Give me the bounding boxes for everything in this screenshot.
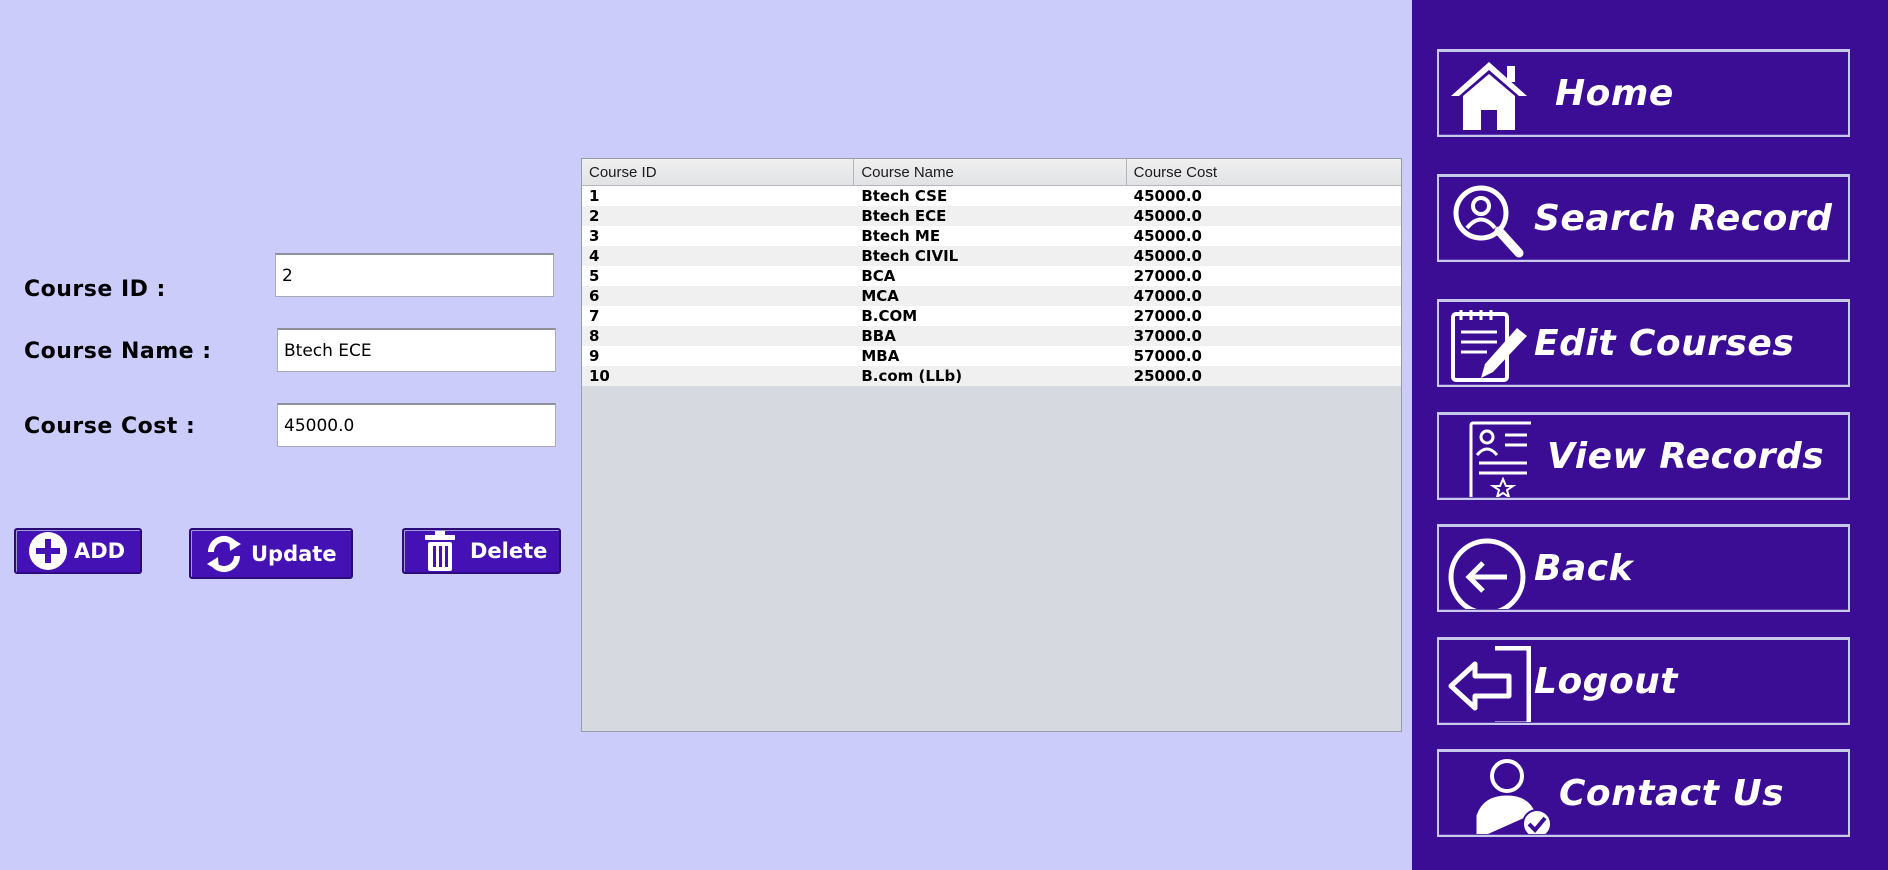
table-row[interactable]: 2 Btech ECE 45000.0 xyxy=(582,206,1401,226)
course-id-label: Course ID : xyxy=(24,277,166,302)
column-header-course-name[interactable]: Course Name xyxy=(854,159,1127,185)
cell-course-name: B.com (LLb) xyxy=(861,367,963,385)
cell-course-name: BBA xyxy=(861,327,896,345)
cell-course-name: Btech CSE xyxy=(861,187,948,205)
courses-table[interactable]: Course ID Course Name Course Cost 1 Btech… xyxy=(581,158,1402,732)
sidebar-item-logout[interactable]: Logout xyxy=(1437,637,1850,725)
cell-course-name: Btech CIVIL xyxy=(861,247,959,265)
table-row[interactable]: 8 BBA 37000.0 xyxy=(582,326,1401,346)
cell-course-cost: 57000.0 xyxy=(1133,347,1202,365)
cell-course-cost: 27000.0 xyxy=(1133,267,1202,285)
cell-course-cost: 37000.0 xyxy=(1133,327,1202,345)
sidebar-item-label: Contact Us xyxy=(1559,773,1785,814)
sidebar-item-view-records[interactable]: View Records xyxy=(1437,412,1850,500)
delete-button[interactable]: Delete xyxy=(402,528,561,574)
sidebar-item-label: Home xyxy=(1555,73,1674,114)
sidebar-item-contact-us[interactable]: Contact Us xyxy=(1437,749,1850,837)
table-row[interactable]: 4 Btech CIVIL 45000.0 xyxy=(582,246,1401,266)
cell-course-id: 6 xyxy=(589,287,600,305)
sidebar-item-label: View Records xyxy=(1547,436,1825,477)
table-row[interactable]: 5 BCA 27000.0 xyxy=(582,266,1401,286)
sidebar-item-label: Logout xyxy=(1534,661,1679,702)
course-name-label: Course Name : xyxy=(24,339,212,364)
table-row[interactable]: 9 MBA 57000.0 xyxy=(582,346,1401,366)
cell-course-cost: 47000.0 xyxy=(1133,287,1202,305)
update-button[interactable]: Update xyxy=(189,528,353,579)
cell-course-id: 8 xyxy=(589,327,600,345)
table-header: Course ID Course Name Course Cost xyxy=(582,159,1401,186)
table-row[interactable]: 3 Btech ME 45000.0 xyxy=(582,226,1401,246)
cell-course-name: MCA xyxy=(861,287,899,305)
table-row[interactable]: 7 B.COM 27000.0 xyxy=(582,306,1401,326)
cell-course-id: 9 xyxy=(589,347,600,365)
course-cost-label: Course Cost : xyxy=(24,414,196,439)
cell-course-name: Btech ME xyxy=(861,227,941,245)
certificate-icon xyxy=(1469,421,1531,497)
sidebar: Home Search Record Edit Courses View Rec… xyxy=(1412,0,1888,870)
cell-course-name: BCA xyxy=(861,267,896,285)
cell-course-name: MBA xyxy=(861,347,900,365)
course-cost-field[interactable] xyxy=(277,403,556,447)
cell-course-id: 2 xyxy=(589,207,600,225)
cell-course-cost: 27000.0 xyxy=(1133,307,1202,325)
search-user-icon xyxy=(1453,185,1524,258)
cell-course-name: B.COM xyxy=(861,307,918,325)
plus-circle-icon xyxy=(29,532,67,570)
sidebar-item-label: Back xyxy=(1534,548,1634,589)
table-body: 1 Btech CSE 45000.0 2 Btech ECE 45000.0 3 Bte… xyxy=(582,186,1401,386)
cell-course-id: 1 xyxy=(589,187,600,205)
column-header-course-id[interactable]: Course ID xyxy=(582,159,855,185)
home-icon xyxy=(1451,62,1527,130)
cell-course-cost: 45000.0 xyxy=(1133,207,1202,225)
column-header-course-cost[interactable]: Course Cost xyxy=(1127,159,1401,185)
cell-course-cost: 45000.0 xyxy=(1133,227,1202,245)
table-row[interactable]: 1 Btech CSE 45000.0 xyxy=(582,186,1401,206)
add-button[interactable]: ADD xyxy=(14,528,142,574)
sidebar-item-home[interactable]: Home xyxy=(1437,49,1850,137)
cell-course-id: 3 xyxy=(589,227,600,245)
cell-course-id: 5 xyxy=(589,267,600,285)
trash-icon xyxy=(425,531,455,571)
add-button-label: ADD xyxy=(74,539,126,563)
delete-button-label: Delete xyxy=(470,539,548,563)
cell-course-id: 10 xyxy=(589,367,610,385)
sidebar-item-back[interactable]: Back xyxy=(1437,524,1850,612)
refresh-icon xyxy=(207,535,241,572)
edit-notepad-icon xyxy=(1451,310,1527,382)
course-name-field[interactable] xyxy=(277,328,556,372)
table-row[interactable]: 10 B.com (LLb) 25000.0 xyxy=(582,366,1401,386)
logout-icon xyxy=(1448,646,1531,722)
sidebar-item-label: Edit Courses xyxy=(1534,323,1795,364)
cell-course-id: 7 xyxy=(589,307,600,325)
table-row[interactable]: 6 MCA 47000.0 xyxy=(582,286,1401,306)
cell-course-cost: 45000.0 xyxy=(1133,187,1202,205)
cell-course-id: 4 xyxy=(589,247,600,265)
course-id-field[interactable] xyxy=(275,253,554,297)
cell-course-cost: 45000.0 xyxy=(1133,247,1202,265)
sidebar-item-edit-courses[interactable]: Edit Courses xyxy=(1437,299,1850,387)
sidebar-item-label: Search Record xyxy=(1534,198,1833,239)
contact-user-icon xyxy=(1476,759,1552,834)
cell-course-name: Btech ECE xyxy=(861,207,947,225)
sidebar-item-search-record[interactable]: Search Record xyxy=(1437,174,1850,262)
cell-course-cost: 25000.0 xyxy=(1133,367,1202,385)
update-button-label: Update xyxy=(251,541,337,566)
back-arrow-icon xyxy=(1448,538,1526,609)
